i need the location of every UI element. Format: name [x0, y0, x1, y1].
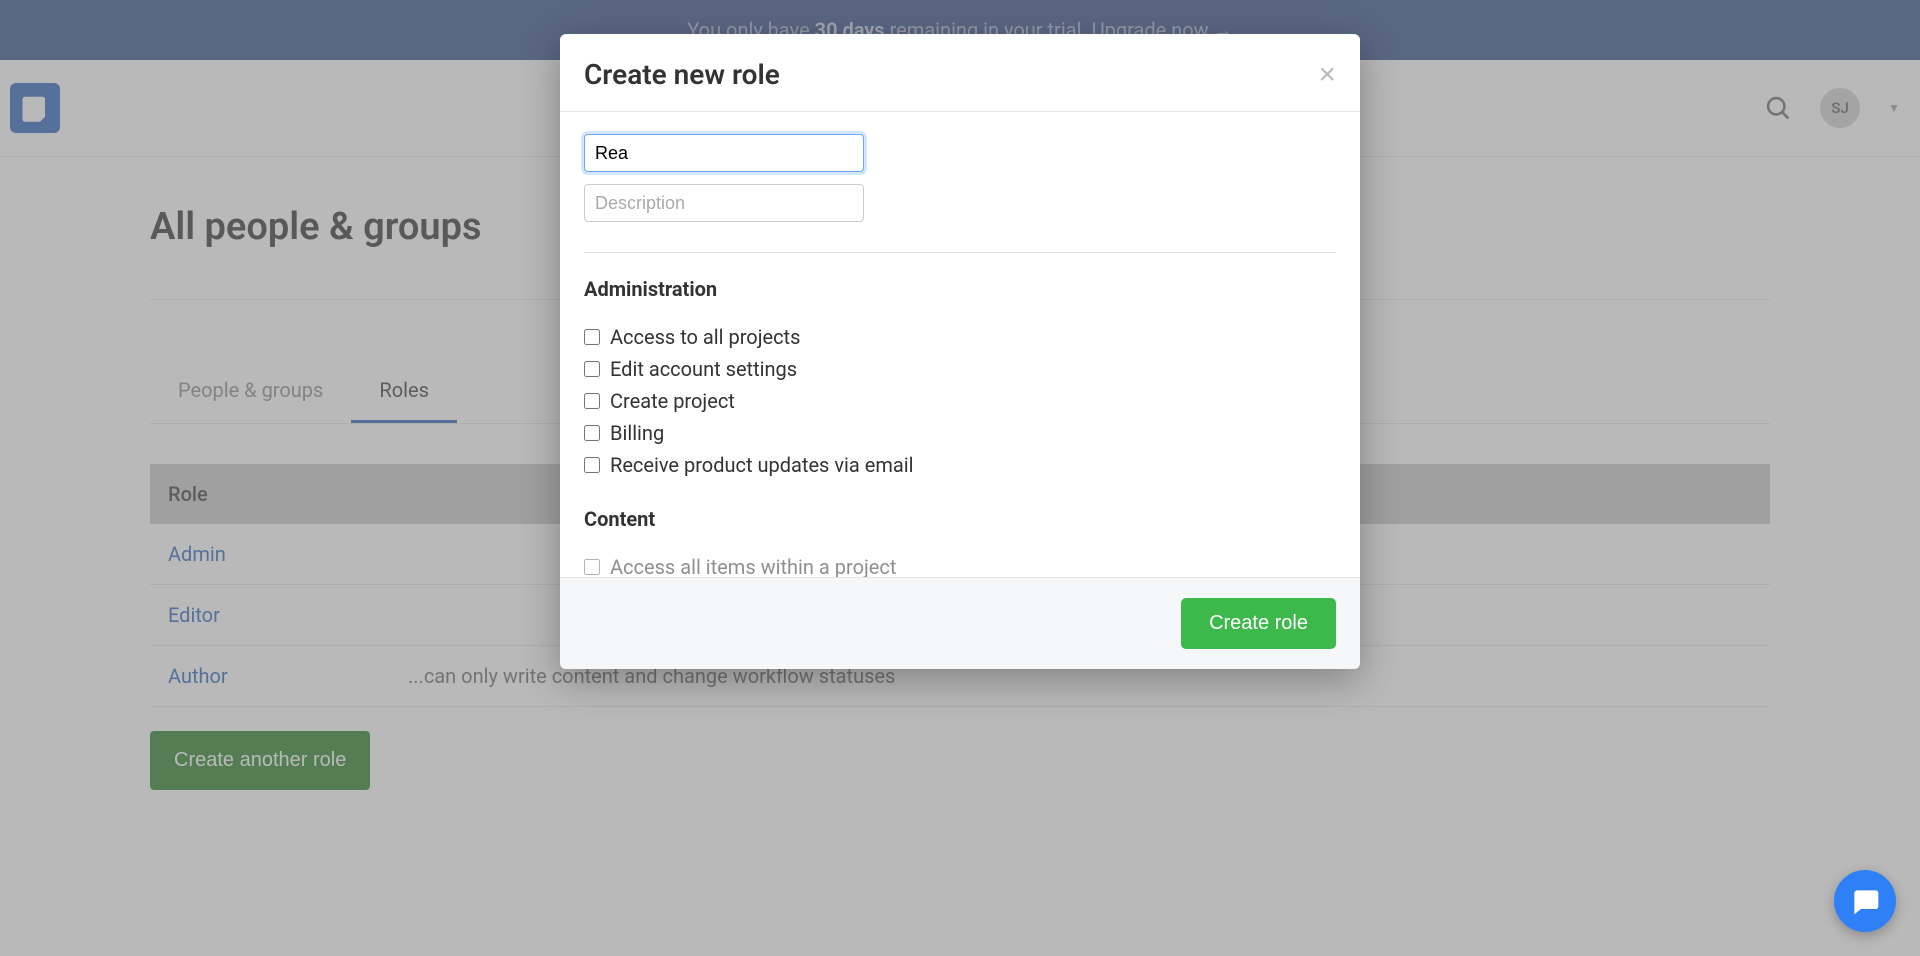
section-heading-content: Content	[584, 507, 1336, 531]
permission-checkbox-billing[interactable]	[584, 425, 600, 441]
permission-checkbox-access-all-projects[interactable]	[584, 329, 600, 345]
permission-label: Edit account settings	[610, 357, 797, 381]
create-role-modal: Create new role × Administration Access …	[560, 34, 1360, 669]
modal-title: Create new role	[584, 58, 780, 91]
permission-checkbox-edit-account-settings[interactable]	[584, 361, 600, 377]
permission-label: Billing	[610, 421, 664, 445]
divider	[584, 252, 1336, 253]
permission-label: Access all items within a project	[610, 555, 896, 577]
close-icon[interactable]: ×	[1318, 60, 1336, 90]
permission-list-content: Access all items within a project	[584, 551, 1336, 577]
chat-widget[interactable]	[1834, 870, 1896, 932]
permission-label: Access to all projects	[610, 325, 800, 349]
modal-footer: Create role	[560, 577, 1360, 669]
permission-checkbox-create-project[interactable]	[584, 393, 600, 409]
permission-checkbox-product-updates[interactable]	[584, 457, 600, 473]
permission-item: Edit account settings	[584, 353, 1336, 385]
permission-checkbox-access-all-items[interactable]	[584, 559, 600, 575]
create-role-button[interactable]: Create role	[1181, 598, 1336, 649]
role-description-input[interactable]	[584, 184, 864, 222]
permission-item: Access all items within a project	[584, 551, 1336, 577]
chat-icon	[1849, 885, 1881, 917]
permission-item: Receive product updates via email	[584, 449, 1336, 481]
permission-list-administration: Access to all projects Edit account sett…	[584, 321, 1336, 481]
permission-item: Create project	[584, 385, 1336, 417]
role-name-input[interactable]	[584, 134, 864, 172]
section-heading-administration: Administration	[584, 277, 1336, 301]
modal-header: Create new role ×	[560, 34, 1360, 112]
permission-label: Create project	[610, 389, 735, 413]
modal-body: Administration Access to all projects Ed…	[560, 112, 1360, 577]
permission-label: Receive product updates via email	[610, 453, 913, 477]
permission-item: Access to all projects	[584, 321, 1336, 353]
permission-item: Billing	[584, 417, 1336, 449]
